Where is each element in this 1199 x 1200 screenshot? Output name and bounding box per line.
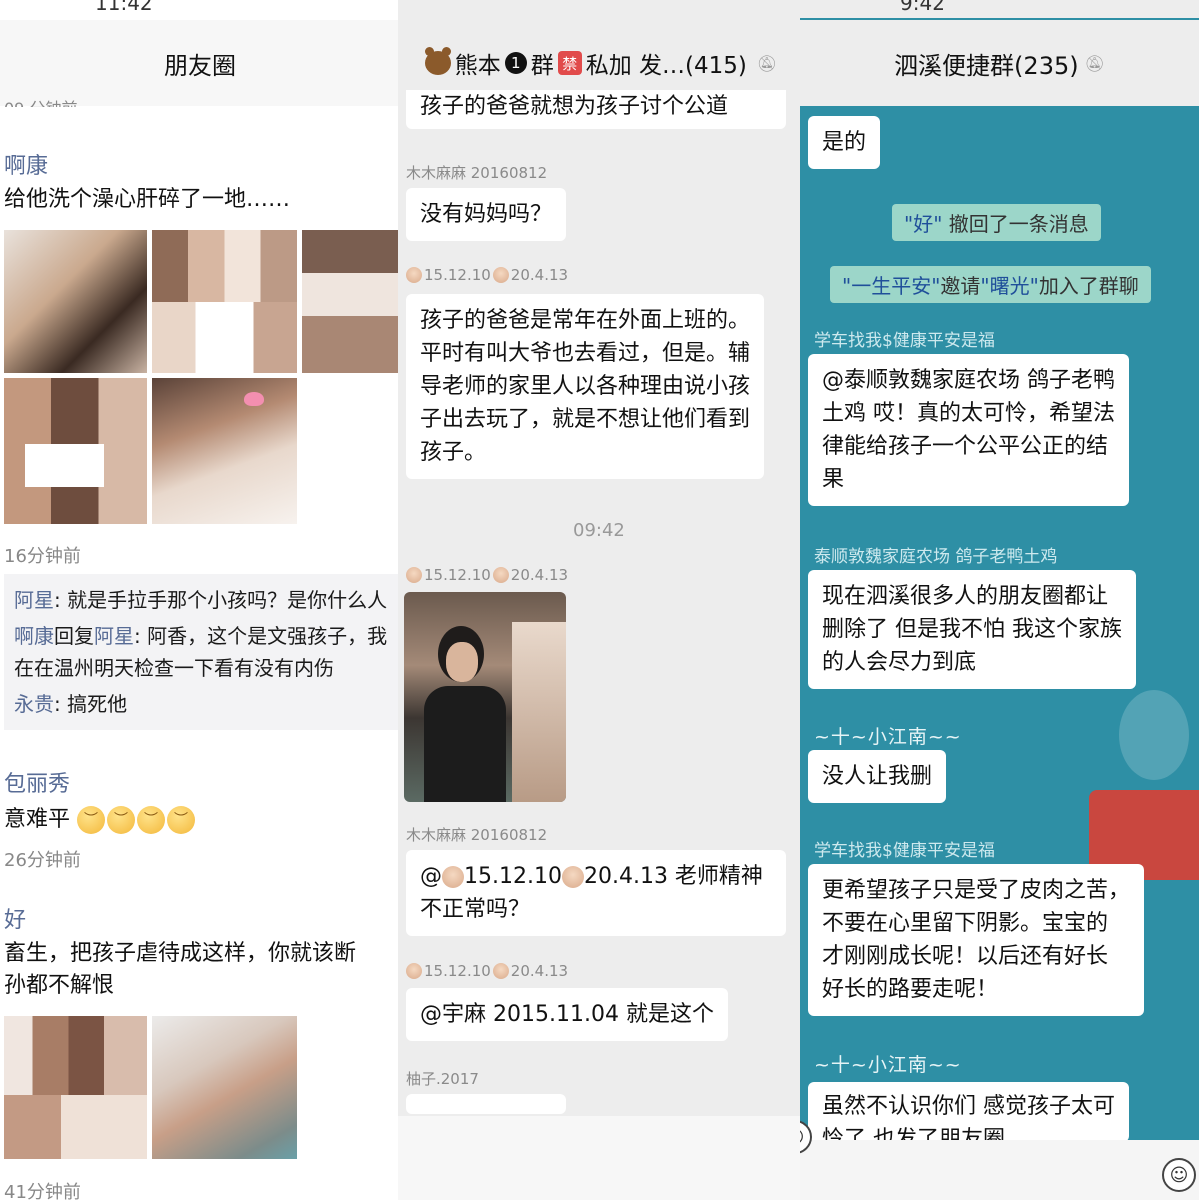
baby-face-emoji-icon: [492, 267, 509, 283]
status-bar: 11:42: [0, 0, 400, 18]
post-author[interactable]: 啊康: [4, 148, 400, 180]
message-sender[interactable]: 柚子.2017: [406, 1068, 479, 1089]
heart-sticker-icon: [244, 392, 264, 406]
message-sender[interactable]: 泰顺敦魏家庭农场 鸽子老鸭土鸡: [814, 542, 1057, 567]
comment-text: 搞死他: [67, 692, 128, 716]
message-bubble[interactable]: 没有妈妈吗？: [406, 188, 567, 241]
system-notice-invite: "一生平安"邀请"曙光"加入了群聊: [830, 266, 1151, 303]
sad-face-emoji-icon: ︶: [137, 806, 166, 834]
message-bubble[interactable]: 孩子的爸爸是常年在外面上班的。 平时有叫大爷也去看过，但是。辅 导老师的家里人以…: [406, 294, 765, 479]
message-sender[interactable]: ~十~小江南~~: [814, 722, 962, 749]
bell-muted-icon: 🔕︎: [1084, 53, 1105, 73]
message-bubble[interactable]: @15.12.10 20.4.13 老师精神 不正常吗？: [406, 850, 786, 936]
photo-thumbnail[interactable]: [152, 378, 297, 524]
post-text: 畜生，把孩子虐待成这样，你就该断: [4, 941, 357, 966]
message-sender[interactable]: 学车找我$健康平安是福: [814, 836, 995, 861]
chat-timestamp: 09:42: [573, 520, 625, 541]
baby-face-emoji-icon: [406, 267, 422, 283]
comment-item-continuation: 在在温州明天检查一下看有没有内伤: [14, 650, 390, 686]
post-time: 41分钟前: [4, 1182, 81, 1200]
baby-face-emoji-icon: [406, 567, 422, 583]
status-bar: 9:42: [800, 0, 1199, 18]
post-text: 孙都不解恨: [4, 973, 115, 998]
video-message-thumbnail[interactable]: [404, 592, 566, 802]
photo-thumbnail-pixelated[interactable]: [152, 230, 297, 373]
post-text-row: 意难平 ︶ ︶ ︶ ︶: [4, 804, 400, 836]
baby-face-emoji-icon: [442, 866, 464, 888]
message-sender[interactable]: 15.12.10 20.4.13: [406, 962, 568, 980]
comment-text: 在在温州明天检查一下看有没有内伤: [14, 656, 334, 680]
photo-thumbnail-pixelated[interactable]: [4, 378, 147, 524]
message-bubble[interactable]: 现在泗溪很多人的朋友圈都让 删除了 但是我不怕 我这个家族 的人会尽力到底: [808, 570, 1136, 689]
moment-post: 包丽秀 意难平 ︶ ︶ ︶ ︶ 26分钟前: [4, 766, 400, 872]
sad-face-emoji-icon: ︶: [77, 806, 106, 834]
baby-face-emoji-icon: [406, 963, 422, 979]
message-bubble[interactable]: 虽然不认识你们 感觉孩子太可 怜了 也发了朋友圈: [808, 1082, 1129, 1142]
post-photo-grid: [4, 1016, 297, 1159]
moments-panel: 11:42 朋友圈 09 分钟前 啊康 给他洗个澡心肝碎了一地…… 16分钟前: [0, 0, 400, 1200]
status-time: 9:42: [900, 0, 945, 15]
post-text: 意难平: [4, 807, 71, 832]
bell-muted-icon: 🔕︎: [756, 53, 778, 73]
comment-item[interactable]: 永贵: 搞死他: [14, 686, 390, 722]
group-chat-panel-1: 熊本 1 群 禁 私加 发…(415) 🔕︎ 孩子的爸爸就想为孩子讨个公道 木木…: [398, 0, 804, 1200]
message-sender[interactable]: 15.12.10 20.4.13: [406, 566, 568, 584]
baby-face-emoji-icon: [492, 567, 509, 583]
comment-list: 阿星: 就是手拉手那个小孩吗？是你什么人 啊康回复阿星: 阿香，这个是文强孩子，…: [4, 574, 400, 730]
photo-thumbnail-pixelated[interactable]: [302, 230, 400, 373]
sad-face-emoji-row: ︶ ︶ ︶ ︶: [77, 806, 196, 834]
message-sender[interactable]: 学车找我$健康平安是福: [814, 326, 995, 351]
message-bubble[interactable]: @泰顺敦魏家庭农场 鸽子老鸭 土鸡 哎！真的太可怜，希望法 律能给孩子一个公平公…: [808, 354, 1129, 506]
moment-post: 啊康 给他洗个澡心肝碎了一地……: [4, 148, 400, 216]
forbidden-badge-icon: 禁: [557, 51, 582, 75]
moments-navbar: 朋友圈: [0, 20, 400, 106]
emoji-smile-icon[interactable]: ☺: [1162, 1158, 1196, 1192]
chat-title: 泗溪便捷群(235): [894, 51, 1079, 80]
comment-text: 阿香，这个是文强孩子，我: [147, 624, 388, 648]
message-sender[interactable]: 木木麻麻 20160812: [406, 824, 547, 845]
comment-text: 就是手拉手那个小孩吗？是你什么人: [67, 588, 388, 612]
message-bubble[interactable]: 更希望孩子只是受了皮肉之苦， 不要在心里留下阴影。宝宝的 才刚刚成长呢！以后还有…: [808, 864, 1145, 1016]
post-time: 16分钟前: [4, 546, 81, 567]
post-author[interactable]: 好: [4, 902, 400, 934]
message-bubble[interactable]: 是的: [808, 116, 881, 169]
message-sender[interactable]: 木木麻麻 20160812: [406, 162, 547, 183]
wallpaper-decoration: [1119, 690, 1189, 780]
post-time-partial: 09 分钟前: [4, 95, 77, 107]
photo-thumbnail-pixelated[interactable]: [4, 1016, 147, 1159]
post-time: 26分钟前: [4, 850, 81, 871]
comment-reply-target[interactable]: 阿星: [94, 624, 134, 648]
chat-input-bar[interactable]: [398, 1116, 804, 1200]
status-time: 11:42: [95, 0, 153, 15]
baby-face-emoji-icon: [561, 866, 584, 888]
system-notice-recall: "好" 撤回了一条消息: [892, 204, 1101, 241]
chat-title: 熊本 1 群 禁 私加 发…(415) 🔕︎: [424, 46, 778, 80]
comment-author[interactable]: 阿星: [14, 588, 54, 612]
message-bubble[interactable]: @宇麻 2015.11.04 就是这个: [406, 988, 728, 1041]
sad-face-emoji-icon: ︶: [107, 806, 136, 834]
page-title: 朋友圈: [164, 51, 236, 80]
message-sender[interactable]: 15.12.10 20.4.13: [406, 266, 568, 284]
sad-face-emoji-icon: ︶: [167, 806, 196, 834]
message-bubble-partial[interactable]: [406, 1094, 566, 1114]
chat-input-bar[interactable]: [800, 1140, 1199, 1200]
post-author[interactable]: 包丽秀: [4, 766, 400, 798]
comment-item[interactable]: 阿星: 就是手拉手那个小孩吗？是你什么人: [14, 582, 390, 618]
moment-post: 好 畜生，把孩子虐待成这样，你就该断 孙都不解恨: [4, 902, 400, 1002]
baby-face-emoji-icon: [492, 963, 509, 979]
message-bubble[interactable]: 没人让我删: [808, 750, 947, 803]
number-one-icon: 1: [504, 52, 527, 74]
post-photo-grid: [4, 230, 400, 524]
group-chat-panel-2: 9:42 泗溪便捷群(235) 🔕︎ 是的 "好" 撤回了一条消息 "一生平安"…: [800, 0, 1199, 1200]
comment-author[interactable]: 永贵: [14, 692, 54, 716]
bear-emoji-icon: [424, 47, 451, 75]
photo-thumbnail[interactable]: [152, 1016, 297, 1159]
message-bubble[interactable]: 孩子的爸爸就想为孩子讨个公道: [406, 90, 786, 129]
message-sender[interactable]: ~十~小江南~~: [814, 1050, 962, 1077]
chat-navbar: 泗溪便捷群(235) 🔕︎: [800, 20, 1199, 106]
photo-thumbnail[interactable]: [4, 230, 147, 373]
comment-author[interactable]: 啊康: [14, 624, 54, 648]
post-text: 给他洗个澡心肝碎了一地……: [4, 187, 291, 212]
comment-item[interactable]: 啊康回复阿星: 阿香，这个是文强孩子，我: [14, 618, 390, 654]
